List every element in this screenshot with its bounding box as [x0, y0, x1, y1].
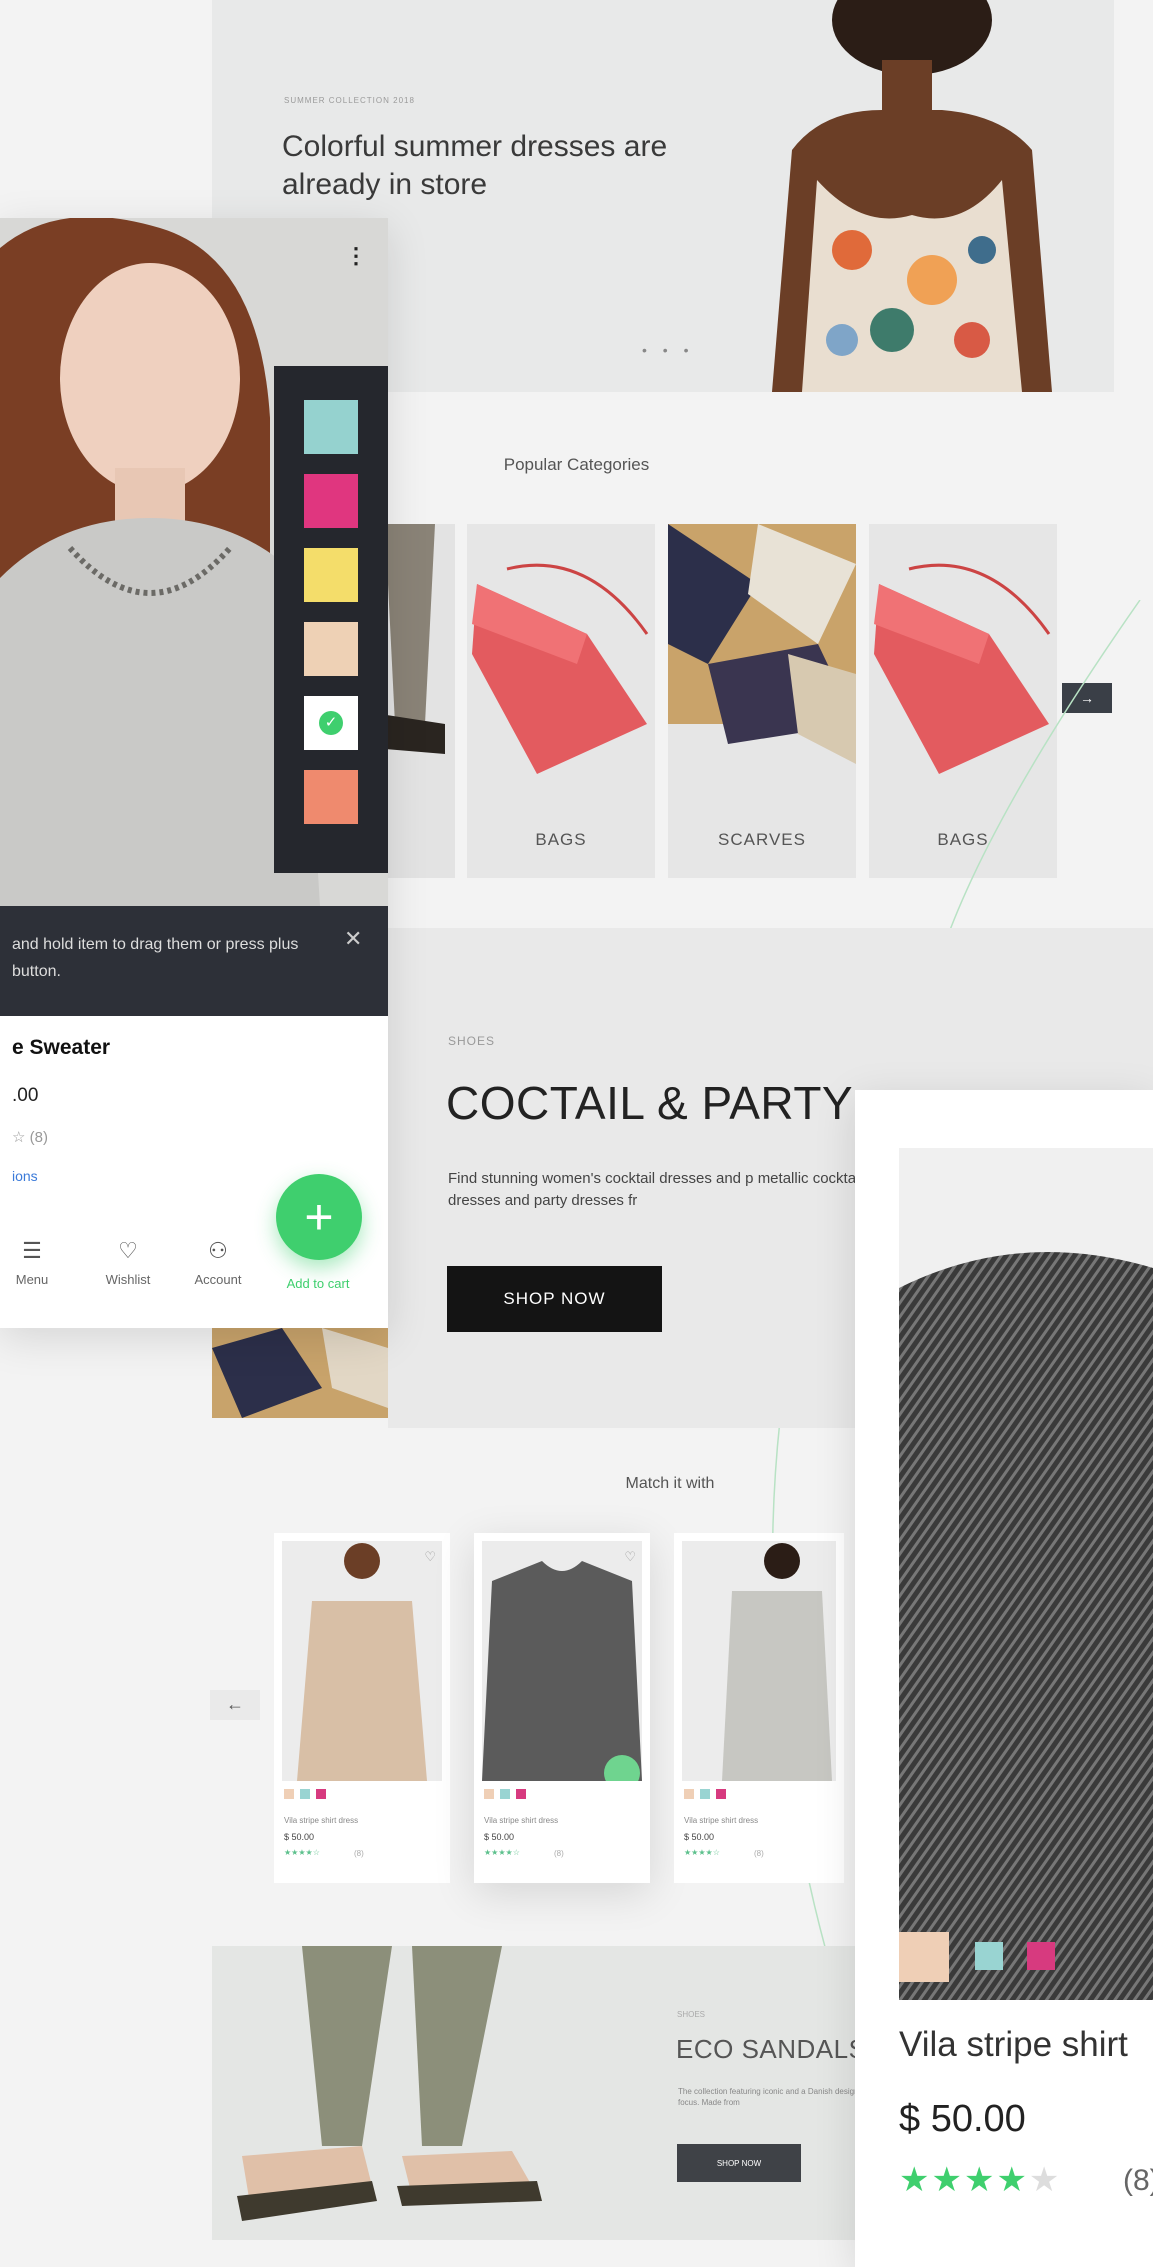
- user-icon: ⚇: [208, 1238, 228, 1263]
- color-swatch[interactable]: [684, 1789, 694, 1799]
- review-count: (8): [1123, 2164, 1153, 2197]
- more-options-icon[interactable]: ⋮: [345, 243, 367, 269]
- product-name: e Sweater: [12, 1036, 111, 1059]
- heart-icon: ♡: [118, 1238, 138, 1263]
- color-swatch[interactable]: [516, 1789, 526, 1799]
- tab-label: Menu: [15, 1272, 49, 1287]
- tab-account[interactable]: ⚇ Account: [178, 1238, 258, 1287]
- product-link[interactable]: ions: [12, 1168, 38, 1184]
- match-item-image: [682, 1541, 836, 1781]
- carousel-dots[interactable]: • • •: [642, 342, 694, 358]
- match-item-rating: ★★★★☆: [484, 1848, 520, 1857]
- color-swatch[interactable]: [700, 1789, 710, 1799]
- product-card[interactable]: Vila stripe shirt $ 50.00 ★★★★★ (8): [855, 1090, 1153, 2267]
- eco-shop-now-button[interactable]: SHOP NOW: [677, 2144, 801, 2182]
- match-item-image: [282, 1541, 442, 1781]
- eco-title: ECO SANDALS: [676, 2034, 867, 2064]
- match-item-count: (8): [554, 1849, 564, 1858]
- color-swatch[interactable]: [484, 1789, 494, 1799]
- eco-sandals-banner[interactable]: SHOES ECO SANDALS The collection featuri…: [212, 1946, 872, 2240]
- match-item-name: Vila stripe shirt dress: [684, 1816, 759, 1825]
- palette-swatch-pink[interactable]: [304, 474, 358, 528]
- match-item-rating: ★★★★☆: [684, 1848, 720, 1857]
- promo-text: Find stunning women's cocktail dresses a…: [448, 1170, 863, 1209]
- add-to-cart-fab[interactable]: +: [276, 1174, 362, 1260]
- palette-swatch-teal[interactable]: [304, 400, 358, 454]
- color-swatch-pink[interactable]: [1027, 1942, 1055, 1970]
- match-item-card[interactable]: Vila stripe shirt dress $ 50.00 ★★★★☆ (8…: [674, 1533, 844, 1883]
- match-item-name: Vila stripe shirt dress: [284, 1816, 359, 1825]
- color-swatch[interactable]: [300, 1789, 310, 1799]
- promo-title: COCTAIL & PARTY: [446, 1077, 854, 1129]
- tab-label: Account: [194, 1272, 242, 1287]
- color-swatch[interactable]: [316, 1789, 326, 1799]
- check-icon: ✓: [319, 711, 343, 735]
- eco-eyebrow: SHOES: [677, 2010, 706, 2019]
- hero-model-image: [772, 0, 1052, 392]
- color-swatch-teal[interactable]: [975, 1942, 1003, 1970]
- star-rating: ★★★★★: [899, 2160, 1061, 2200]
- scarf-strip-image: [212, 1328, 388, 1418]
- match-item-price: $ 50.00: [684, 1832, 715, 1842]
- back-arrow-button[interactable]: ←: [210, 1690, 260, 1720]
- color-swatch[interactable]: [500, 1789, 510, 1799]
- promo-eyebrow: SHOES: [448, 1034, 496, 1048]
- hero-eyebrow: SUMMER COLLECTION 2018: [284, 96, 415, 105]
- match-item-card[interactable]: ♡ Vila stripe shirt dress $ 50.00 ★★★★☆ …: [474, 1533, 650, 1883]
- palette-swatch-coral[interactable]: [304, 770, 358, 824]
- product-card-price: $ 50.00: [899, 2098, 1026, 2140]
- match-item-price: $ 50.00: [484, 1832, 515, 1842]
- toast-text: and hold item to drag them or press plus…: [12, 936, 299, 980]
- match-item-card[interactable]: ♡ Vila stripe shirt dress $ 50.00 ★★★★☆ …: [274, 1533, 450, 1883]
- drag-hint-toast: and hold item to drag them or press plus…: [0, 906, 388, 1016]
- product-price: .00: [12, 1085, 39, 1106]
- tab-wishlist[interactable]: ♡ Wishlist: [88, 1238, 168, 1287]
- hero-title: Colorful summer dresses are already in s…: [282, 130, 668, 201]
- eco-text: The collection featuring iconic and a Da…: [678, 2087, 859, 2107]
- tab-menu[interactable]: ☰ Menu: [0, 1238, 72, 1287]
- sandals-image: [237, 1946, 542, 2221]
- wishlist-heart-icon[interactable]: ♡: [624, 1549, 636, 1565]
- match-item-count: (8): [754, 1849, 764, 1858]
- match-item-price: $ 50.00: [284, 1832, 315, 1842]
- match-item-rating: ★★★★☆: [284, 1848, 320, 1857]
- stars-filled: ★★★★: [899, 2161, 1029, 2199]
- color-palette-panel: ✓: [274, 366, 388, 873]
- tab-label: Wishlist: [105, 1272, 151, 1287]
- match-title: Match it with: [625, 1475, 715, 1492]
- menu-icon: ☰: [22, 1238, 42, 1263]
- shop-now-button[interactable]: SHOP NOW: [447, 1266, 662, 1332]
- product-card-image: [899, 1148, 1153, 2000]
- color-swatch[interactable]: [284, 1789, 294, 1799]
- tab-label: Add to cart: [286, 1276, 350, 1291]
- palette-swatch-white-selected[interactable]: ✓: [304, 696, 358, 750]
- product-rating: ☆ (8): [12, 1129, 48, 1146]
- close-icon[interactable]: ✕: [344, 926, 362, 952]
- match-item-count: (8): [354, 1849, 364, 1858]
- wishlist-heart-icon[interactable]: ♡: [424, 1549, 436, 1565]
- match-item-name: Vila stripe shirt dress: [484, 1816, 559, 1825]
- phone-mockup: ⋮ ✓ and hold item to drag them or press …: [0, 218, 388, 1328]
- palette-swatch-beige[interactable]: [304, 622, 358, 676]
- color-swatch-beige[interactable]: [899, 1932, 949, 1982]
- palette-swatch-yellow[interactable]: [304, 548, 358, 602]
- stars-empty: ★: [1028, 2161, 1062, 2199]
- match-item-image: [482, 1541, 642, 1781]
- color-swatch[interactable]: [716, 1789, 726, 1799]
- product-card-name: Vila stripe shirt: [899, 2025, 1128, 2064]
